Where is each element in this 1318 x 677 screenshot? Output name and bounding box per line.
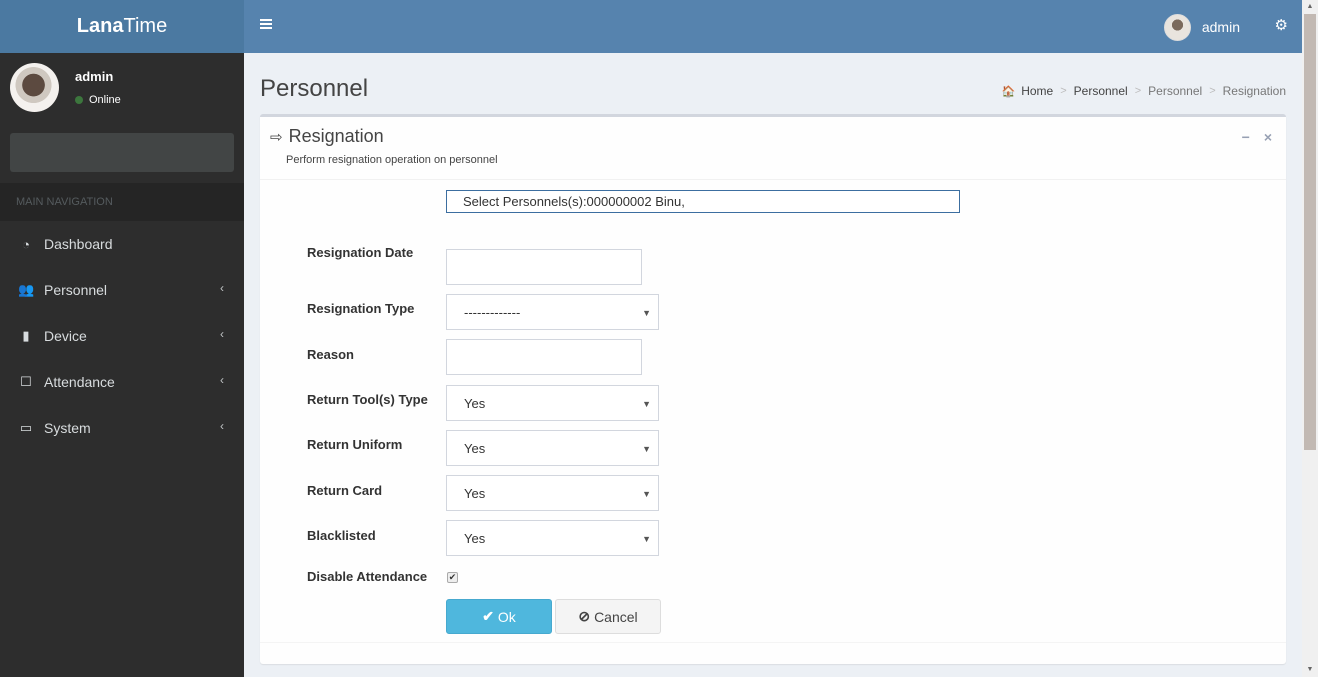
nav-header: MAIN NAVIGATION bbox=[0, 183, 244, 221]
select-personnel-field[interactable]: Select Personnels(s):000000002 Binu, bbox=[446, 190, 960, 213]
main-content: Personnel 🏠 Home > Personnel > Personnel… bbox=[244, 53, 1302, 677]
scroll-down-arrow-icon[interactable]: ▼ bbox=[1302, 663, 1318, 677]
top-navbar: admin ⚙ bbox=[244, 0, 1302, 53]
gears-icon[interactable]: ⚙ bbox=[1275, 16, 1288, 34]
logo-regular: Time bbox=[123, 15, 168, 37]
user-name: admin bbox=[1201, 19, 1240, 35]
chevron-left-icon: ‹ bbox=[220, 419, 224, 433]
sidebar-menu: ◔ Dashboard 👥 Personnel ‹ ▮ Device ‹ ☐ A… bbox=[0, 221, 244, 451]
app-logo[interactable]: LanaTime bbox=[0, 0, 244, 53]
ok-button[interactable]: ✔ Ok bbox=[446, 599, 552, 634]
sign-out-icon: ⇨ bbox=[270, 128, 283, 146]
chevron-left-icon: ‹ bbox=[220, 281, 224, 295]
box-title: ⇨ Resignation bbox=[270, 126, 384, 147]
device-icon: ▮ bbox=[22, 328, 30, 343]
caret-down-icon: ▼ bbox=[642, 444, 651, 454]
return-uniform-label: Return Uniform bbox=[307, 437, 403, 452]
select-value: Yes bbox=[464, 531, 486, 546]
user-panel: admin Online bbox=[0, 53, 244, 125]
scrollbar-thumb[interactable] bbox=[1304, 14, 1316, 450]
sidebar-search-input[interactable] bbox=[10, 133, 234, 172]
page-scrollbar[interactable]: ▲ ▼ bbox=[1302, 0, 1318, 677]
close-icon[interactable]: × bbox=[1264, 129, 1272, 145]
avatar bbox=[1163, 13, 1191, 41]
home-icon: 🏠 bbox=[1001, 85, 1016, 98]
user-menu[interactable]: admin bbox=[1163, 13, 1240, 41]
breadcrumb-separator: > bbox=[1209, 85, 1216, 97]
blacklisted-label: Blacklisted bbox=[307, 528, 376, 543]
sidebar-item-label: Personnel bbox=[44, 282, 108, 298]
ok-label: Ok bbox=[497, 608, 516, 625]
disable-attendance-checkbox[interactable]: ✔ bbox=[447, 572, 458, 583]
breadcrumb-home[interactable]: Home bbox=[1021, 84, 1053, 98]
collapse-icon[interactable]: − bbox=[1242, 129, 1250, 145]
resignation-type-select[interactable]: ------------- ▼ bbox=[446, 294, 659, 330]
scroll-up-arrow-icon[interactable]: ▲ bbox=[1302, 0, 1318, 14]
users-icon: 👥 bbox=[18, 282, 35, 297]
blacklisted-select[interactable]: Yes ▼ bbox=[446, 520, 659, 556]
caret-down-icon: ▼ bbox=[642, 399, 651, 409]
select-value: Yes bbox=[464, 441, 486, 456]
resignation-type-label: Resignation Type bbox=[307, 301, 415, 316]
box-title-text: Resignation bbox=[288, 126, 384, 146]
sidebar-item-dashboard[interactable]: ◔ Dashboard bbox=[0, 221, 244, 267]
hamburger-icon[interactable] bbox=[260, 19, 272, 31]
cancel-button[interactable]: ⊘ Cancel bbox=[555, 599, 661, 634]
select-value: Yes bbox=[464, 396, 486, 411]
resignation-date-input[interactable] bbox=[446, 249, 642, 285]
sidebar: admin Online MAIN NAVIGATION ◔ Dashboard… bbox=[0, 53, 244, 677]
return-tools-label: Return Tool(s) Type bbox=[307, 392, 428, 407]
sidebar-item-attendance[interactable]: ☐ Attendance ‹ bbox=[0, 359, 244, 405]
sidebar-item-device[interactable]: ▮ Device ‹ bbox=[0, 313, 244, 359]
chevron-left-icon: ‹ bbox=[220, 327, 224, 341]
breadcrumb: 🏠 Home > Personnel > Personnel > Resigna… bbox=[1002, 84, 1287, 98]
resignation-date-label: Resignation Date bbox=[307, 245, 414, 260]
logo-bold: Lana bbox=[76, 15, 124, 37]
user-status: Online bbox=[75, 94, 121, 106]
sidebar-item-label: Attendance bbox=[44, 374, 115, 390]
laptop-icon: ▭ bbox=[19, 420, 33, 435]
check-icon: ✔ bbox=[482, 608, 494, 624]
page-title: Personnel bbox=[260, 75, 369, 102]
caret-down-icon: ▼ bbox=[642, 308, 651, 318]
caret-down-icon: ▼ bbox=[642, 489, 651, 499]
select-value: ------------- bbox=[464, 305, 521, 320]
reason-label: Reason bbox=[307, 347, 354, 362]
breadcrumb-personnel[interactable]: Personnel bbox=[1074, 84, 1128, 98]
sidebar-item-personnel[interactable]: 👥 Personnel ‹ bbox=[0, 267, 244, 313]
caret-down-icon: ▼ bbox=[642, 534, 651, 544]
return-card-label: Return Card bbox=[307, 483, 383, 498]
avatar bbox=[10, 63, 59, 112]
box-header: ⇨ Resignation Perform resignation operat… bbox=[260, 117, 1286, 180]
box-footer bbox=[260, 642, 1286, 664]
sticky-note-icon: ☐ bbox=[20, 374, 32, 389]
disable-attendance-label: Disable Attendance bbox=[307, 569, 428, 584]
status-text: Online bbox=[89, 94, 121, 106]
sidebar-item-system[interactable]: ▭ System ‹ bbox=[0, 405, 244, 451]
sidebar-item-label: Device bbox=[44, 328, 87, 344]
breadcrumb-current: Resignation bbox=[1222, 84, 1286, 98]
cancel-label: Cancel bbox=[594, 608, 638, 625]
breadcrumb-separator: > bbox=[1134, 85, 1142, 97]
chevron-left-icon: ‹ bbox=[220, 373, 224, 387]
return-card-select[interactable]: Yes ▼ bbox=[446, 475, 659, 511]
sidebar-item-label: System bbox=[44, 420, 91, 436]
select-value: Yes bbox=[464, 486, 486, 501]
reason-input[interactable] bbox=[446, 339, 642, 375]
box-tools: − × bbox=[1242, 129, 1272, 145]
ban-icon: ⊘ bbox=[578, 608, 591, 624]
breadcrumb-personnel-sub[interactable]: Personnel bbox=[1148, 84, 1202, 98]
sidebar-user-name: admin bbox=[75, 69, 114, 84]
box-subtitle: Perform resignation operation on personn… bbox=[286, 154, 498, 166]
online-dot-icon bbox=[75, 96, 83, 104]
resignation-box: ⇨ Resignation Perform resignation operat… bbox=[260, 114, 1286, 664]
return-uniform-select[interactable]: Yes ▼ bbox=[446, 430, 659, 466]
sidebar-item-label: Dashboard bbox=[44, 236, 113, 252]
dashboard-icon: ◔ bbox=[22, 236, 30, 252]
breadcrumb-separator: > bbox=[1060, 85, 1067, 97]
return-tools-select[interactable]: Yes ▼ bbox=[446, 385, 659, 421]
